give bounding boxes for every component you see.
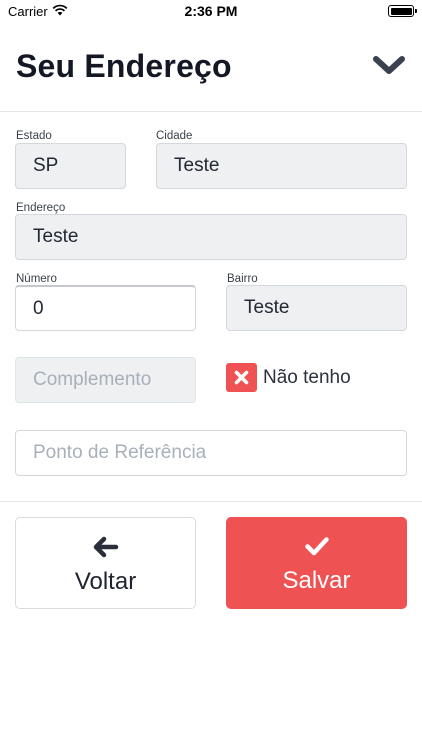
page-title: Seu Endereço bbox=[16, 48, 232, 84]
status-bar: Carrier 2:36 PM bbox=[0, 0, 422, 24]
ponto-referencia-field[interactable]: Ponto de Referência bbox=[15, 430, 407, 476]
bairro-field[interactable]: Teste bbox=[226, 285, 407, 331]
cidade-label: Cidade bbox=[156, 130, 193, 142]
complemento-field[interactable]: Complemento bbox=[15, 357, 196, 403]
arrow-left-icon bbox=[93, 536, 118, 558]
nao-tenho-label[interactable]: Não tenho bbox=[263, 367, 351, 389]
status-time: 2:36 PM bbox=[184, 3, 238, 19]
cidade-field[interactable]: Teste bbox=[156, 143, 407, 189]
header: Seu Endereço bbox=[0, 24, 422, 112]
divider bbox=[0, 501, 422, 502]
chevron-down-icon[interactable] bbox=[372, 54, 406, 78]
numero-field[interactable]: 0 bbox=[15, 285, 196, 331]
battery-icon bbox=[388, 5, 417, 17]
estado-field[interactable]: SP bbox=[15, 143, 126, 189]
save-button-label: Salvar bbox=[282, 567, 351, 594]
save-button[interactable]: Salvar bbox=[226, 517, 407, 609]
x-mark-icon[interactable] bbox=[226, 363, 257, 392]
back-button[interactable]: Voltar bbox=[15, 517, 196, 609]
bairro-label: Bairro bbox=[227, 273, 258, 285]
endereco-field[interactable]: Teste bbox=[15, 214, 407, 260]
numero-label: Número bbox=[16, 273, 57, 285]
estado-label: Estado bbox=[16, 130, 52, 142]
endereco-label: Endereço bbox=[16, 202, 66, 214]
check-icon bbox=[304, 537, 329, 556]
back-button-label: Voltar bbox=[74, 568, 137, 595]
